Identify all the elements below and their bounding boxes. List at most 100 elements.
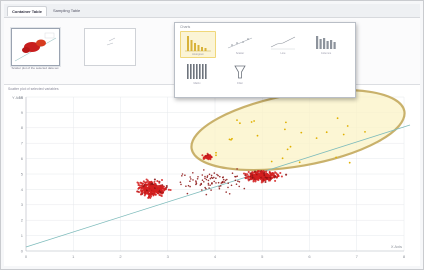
tab-container-table[interactable]: Container Table <box>7 6 47 16</box>
scatter-plot[interactable]: 1098765432100 1 2 3 4 5 6 7 8Y AxisX Axis <box>4 85 420 266</box>
scatter-point <box>192 179 194 181</box>
scatter-point <box>201 174 204 176</box>
picker-option-caption: Scatter <box>235 52 245 55</box>
scatter-point <box>225 191 227 193</box>
picker-option-caption: Matrix <box>193 82 201 85</box>
highlighted-point <box>284 128 286 131</box>
scatter-point <box>205 178 208 181</box>
scatter-point <box>205 187 207 190</box>
scatter-point <box>144 185 147 188</box>
scatter-point <box>205 154 207 157</box>
scatter-point <box>204 175 206 178</box>
scatter-point <box>210 176 213 179</box>
tab-sampling-table[interactable]: Sampling Table <box>49 6 84 15</box>
picker-option-caption: Columns <box>320 52 332 55</box>
scatter-point <box>187 184 190 187</box>
scatter-point <box>196 178 199 180</box>
scatter-point <box>210 174 213 177</box>
scatter-point <box>222 180 224 183</box>
y-tick-label: 0 <box>21 248 24 253</box>
x-tick-label: 5 <box>261 254 264 259</box>
scatter-point <box>244 174 246 176</box>
scatter-point <box>200 183 203 185</box>
picker-option-matrix[interactable]: Matrix <box>180 61 214 86</box>
scatter-point <box>206 155 209 158</box>
picker-option-histogram[interactable]: Histogram <box>180 31 216 58</box>
scatter-point <box>256 177 259 180</box>
picker-option-caption: Line <box>280 52 286 55</box>
scatter-point <box>244 176 247 179</box>
thumbnail-empty[interactable] <box>84 28 136 66</box>
scatter-point <box>186 192 189 195</box>
highlighted-point <box>364 131 366 133</box>
scatter-point <box>206 152 209 155</box>
scatter-point <box>155 186 158 189</box>
scatter-point <box>160 178 164 182</box>
scatter-point <box>216 173 218 176</box>
scatter-point <box>201 179 204 181</box>
scatter-point <box>280 175 283 178</box>
scatter-point <box>209 154 211 157</box>
scatter-point <box>236 168 238 170</box>
picker-option-columns[interactable]: Columns <box>309 31 343 56</box>
scatter-point <box>259 173 262 176</box>
scatter-point <box>253 170 257 173</box>
scatter-point <box>230 184 233 187</box>
scatter-point <box>137 183 140 187</box>
y-tick-label: 4 <box>21 187 24 192</box>
scatter-point <box>141 182 144 185</box>
scatter-point <box>238 181 241 183</box>
picker-option-filter[interactable]: Filter <box>223 61 257 86</box>
scatter-point <box>204 177 206 180</box>
scatter-point <box>219 185 222 187</box>
highlighted-point <box>315 137 318 139</box>
x-tick-label: 4 <box>214 254 217 259</box>
scatter-point <box>152 193 155 196</box>
scatter-point <box>213 176 215 179</box>
scatter-point <box>215 182 217 184</box>
picker-option-caption: Filter <box>237 82 243 85</box>
scatter-point <box>209 177 212 180</box>
scatter-point <box>179 181 182 183</box>
scatter-point <box>257 176 260 179</box>
picker-option-line[interactable]: Line <box>266 31 300 56</box>
scatter-point <box>207 179 210 182</box>
highlighted-point <box>270 160 273 163</box>
highlighted-point <box>215 154 217 157</box>
scatter-point <box>137 186 141 189</box>
thumbnail-scatter-selected[interactable] <box>11 28 60 66</box>
app-window: Container Table Sampling Table Scatter p… <box>0 0 424 270</box>
scatter-point <box>181 173 184 175</box>
scatter-point <box>210 189 212 191</box>
scatter-point <box>157 192 160 195</box>
scatter-point <box>156 180 159 183</box>
y-tick-label: 7 <box>21 141 24 146</box>
scatter-point <box>203 169 205 171</box>
scatter-point <box>253 174 256 177</box>
thumbnail-empty-preview <box>106 37 116 46</box>
highlighted-point <box>250 121 253 123</box>
scatter-point <box>254 180 257 183</box>
highlighted-point <box>348 161 351 164</box>
scatter-plot-panel: Scatter plot of selected variables 10 9 8 7… <box>4 85 420 266</box>
y-tick-label: 3 <box>21 202 24 207</box>
scatter-point <box>206 176 208 178</box>
highlighted-point <box>342 133 345 136</box>
x-tick-label: 8 <box>403 254 406 259</box>
scatter-point <box>201 189 203 191</box>
scatter-chart-icon <box>227 37 253 49</box>
scatter-point <box>159 184 162 187</box>
scatter-point <box>139 181 142 184</box>
scatter-point <box>238 185 240 188</box>
scatter-point <box>261 171 264 174</box>
scatter-point <box>218 186 220 188</box>
scatter-point <box>208 187 210 189</box>
scatter-point <box>152 187 155 191</box>
highlighted-point <box>325 131 328 134</box>
highlighted-point <box>286 148 289 151</box>
scatter-point <box>243 187 246 190</box>
x-tick-label: 0 <box>25 254 28 259</box>
highlighted-point <box>289 145 292 148</box>
scatter-point <box>159 194 162 197</box>
picker-option-scatter[interactable]: Scatter <box>223 31 257 56</box>
